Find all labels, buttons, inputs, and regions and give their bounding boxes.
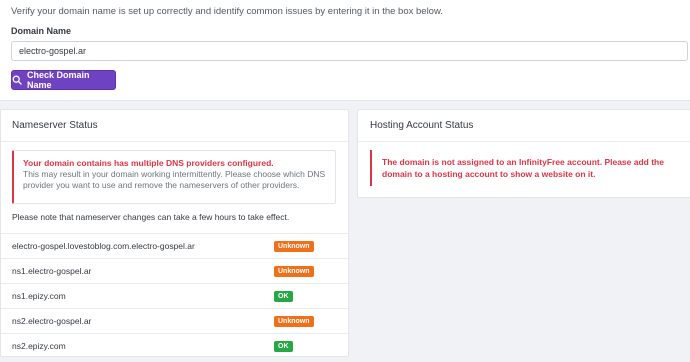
nameserver-row: ns2.electro-gospel.ar Unknown [1, 308, 348, 333]
nameserver-list: electro-gospel.lovestoblog.com.electro-g… [1, 233, 348, 358]
alert-title: Your domain contains has multiple DNS pr… [23, 158, 274, 168]
hosting-account-status-card: Hosting Account Status The domain is not… [357, 109, 690, 198]
nameserver-row: ns1.electro-gospel.ar Unknown [1, 258, 348, 283]
nameserver-status-card: Nameserver Status Your domain contains h… [0, 109, 349, 357]
nameserver-name: ns1.epizy.com [12, 291, 66, 301]
nameserver-name: ns1.electro-gospel.ar [12, 266, 92, 276]
nameserver-name: ns2.electro-gospel.ar [12, 316, 92, 326]
status-badge: OK [274, 290, 293, 302]
status-badge: OK [274, 340, 293, 352]
status-badge: Unknown [274, 265, 314, 277]
intro-text: Verify your domain name is set up correc… [11, 6, 443, 17]
check-domain-button-label: Check Domain Name [27, 70, 90, 90]
nameserver-status-title: Nameserver Status [1, 110, 348, 142]
domain-name-input[interactable] [11, 41, 688, 61]
domain-check-panel: Verify your domain name is set up correc… [0, 0, 690, 101]
nameserver-name: ns2.epizy.com [12, 341, 66, 351]
alert-body: This may result in your domain working i… [23, 169, 326, 190]
hosting-alert: The domain is not assigned to an Infinit… [370, 150, 686, 186]
nameserver-row: electro-gospel.lovestoblog.com.electro-g… [1, 233, 348, 258]
search-icon [12, 75, 22, 85]
dns-providers-alert: Your domain contains has multiple DNS pr… [12, 150, 336, 204]
propagation-note: Please note that nameserver changes can … [12, 212, 290, 222]
nameserver-row: ns2.epizy.com OK [1, 333, 348, 358]
nameserver-row: ns1.epizy.com OK [1, 283, 348, 308]
status-badge: Unknown [274, 315, 314, 327]
check-domain-button[interactable]: Check Domain Name [11, 70, 116, 90]
domain-name-label: Domain Name [11, 26, 72, 36]
hosting-account-status-title: Hosting Account Status [358, 110, 690, 142]
status-badge: Unknown [274, 240, 314, 252]
nameserver-name: electro-gospel.lovestoblog.com.electro-g… [12, 241, 195, 251]
